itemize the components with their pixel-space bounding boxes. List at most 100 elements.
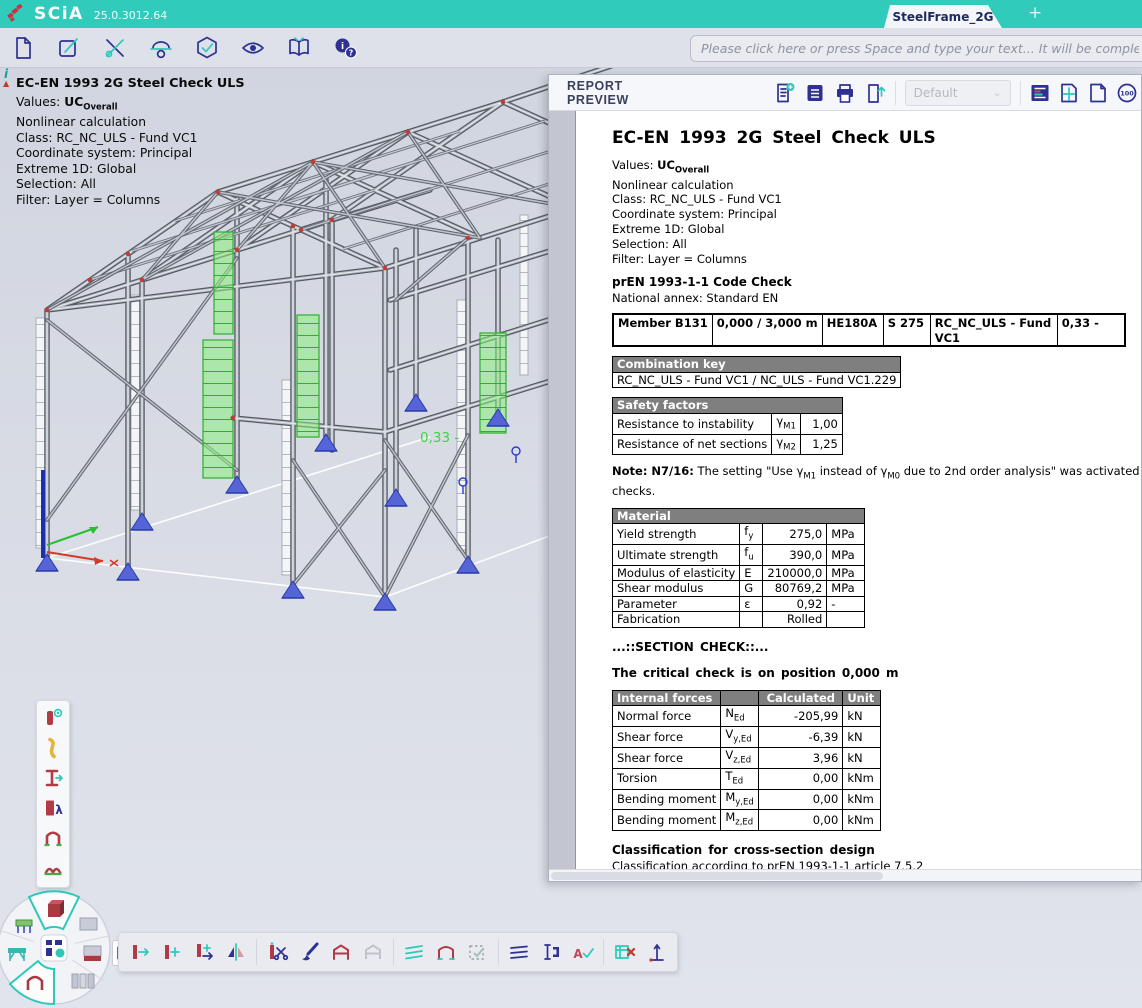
report-meta: Values: UCOverallNonlinear calculationCl… (612, 158, 1141, 267)
overlay-line: Nonlinear calculation (16, 115, 245, 131)
engineer-icon[interactable] (144, 32, 178, 64)
overlay-line: Values: UCOverall (16, 95, 245, 116)
svg-text:i: i (341, 42, 344, 52)
table-row: Fabrication Rolled (613, 612, 865, 628)
layers-icon[interactable] (504, 937, 534, 967)
toolbar-separator (895, 81, 896, 105)
add-item-icon[interactable] (770, 79, 800, 107)
table-row: Safety factors (613, 398, 843, 414)
export-icon[interactable] (860, 79, 890, 107)
trim-icon[interactable] (262, 937, 292, 967)
help-icon[interactable]: i? (328, 32, 362, 64)
wheel-item-box-icon[interactable] (84, 946, 101, 961)
svg-text:?: ? (349, 48, 354, 57)
check-cube-icon[interactable] (190, 32, 224, 64)
layers-teal-icon[interactable] (399, 937, 429, 967)
overlay-title: EC-EN 1993 2G Steel Check ULS (16, 76, 245, 92)
member-table: Member B131 0,000 / 3,000 m HE180A S 275… (612, 313, 1126, 347)
code-check-subtitle: National annex: Standard EN (612, 291, 1141, 306)
toolbar-separator (498, 939, 499, 965)
panel-title: REPORT PREVIEW (567, 79, 684, 107)
member-icon[interactable] (39, 704, 67, 732)
toolbar-separator (1020, 81, 1021, 105)
rename-icon[interactable] (536, 937, 566, 967)
table-row: Resistance of net sections γM2 1,25 (613, 434, 843, 455)
library-icon[interactable] (282, 32, 316, 64)
edit-icon[interactable] (52, 32, 86, 64)
report-meta-line: Nonlinear calculation (612, 178, 1141, 193)
overlay-line: Filter: Layer = Columns (16, 193, 245, 209)
table-row: Combination key (613, 357, 901, 373)
table-row: Yield strength fy 275,0 MPa (613, 524, 865, 545)
table-row: Bending moment Mz,Ed 0,00 kNm (613, 810, 881, 831)
scrollbar-thumb[interactable] (551, 872, 883, 880)
tools-icon[interactable] (98, 32, 132, 64)
zoom-100-icon[interactable]: 100 (1112, 79, 1141, 107)
classification-heading: Classification for cross-section design (612, 843, 1141, 858)
wheel-item-blocks-icon[interactable] (80, 918, 97, 930)
table-row: Normal force NEd -205,99 kN (613, 706, 881, 727)
print-icon[interactable] (830, 79, 860, 107)
brush-icon[interactable] (294, 937, 324, 967)
report-meta-line: Class: RC_NC_ULS - Fund VC1 (612, 192, 1141, 207)
report-preview-header: REPORT PREVIEW Default⌄ (549, 75, 1141, 111)
report-meta-line: Coordinate system: Principal (612, 207, 1141, 222)
result-value-label: 0,33 - (420, 430, 459, 446)
table-row: Shear force Vy,Ed -6,39 kN (613, 727, 881, 748)
frame-open-icon[interactable] (431, 937, 461, 967)
info-flag-icon[interactable]: i▲ (3, 70, 9, 88)
safety-factors-table: Safety factors Resistance to instability… (612, 397, 843, 455)
search-input[interactable] (690, 35, 1142, 62)
table-row: Shear force Vz,Ed 3,96 kN (613, 747, 881, 768)
wheel-item-machine-icon[interactable] (16, 920, 32, 933)
report-page-area[interactable]: EC-EN 1993 2G Steel Check ULS Values: UC… (549, 111, 1141, 869)
table-row: Modulus of elasticity E 210000,0 MPa (613, 565, 865, 581)
spellcheck-icon[interactable]: A (568, 937, 598, 967)
cross-section-icon[interactable] (39, 764, 67, 792)
wheel-item-books-icon[interactable] (72, 974, 94, 988)
frame-icon[interactable] (39, 824, 67, 852)
select-check-icon[interactable] (463, 937, 493, 967)
multicopy-icon[interactable] (189, 937, 219, 967)
horizontal-scrollbar[interactable] (549, 869, 1141, 881)
internal-forces-table: Internal forces Calculated Unit Normal f… (612, 690, 881, 831)
project-tab[interactable]: SteelFrame_2G (884, 5, 1002, 28)
wheel-center-button[interactable] (41, 935, 67, 961)
frame-red-icon[interactable] (326, 937, 356, 967)
dimension-icon[interactable] (641, 937, 671, 967)
table-row: Material (613, 508, 865, 524)
deformation-icon[interactable] (39, 734, 67, 762)
fit-width-icon[interactable] (1055, 79, 1084, 107)
overlay-lines: Values: UCOverallNonlinear calculationCl… (16, 95, 245, 209)
radial-menu[interactable] (0, 886, 124, 1008)
template-dropdown[interactable]: Default⌄ (905, 80, 1011, 106)
app-version: 25.0.3012.64 (94, 9, 167, 22)
move-icon[interactable] (125, 937, 155, 967)
floating-results-toolbar: λ (36, 700, 70, 888)
copy-icon[interactable] (157, 937, 187, 967)
classification-line1: Classification according to prEN 1993-1-… (612, 859, 1141, 869)
table-row: Parameter ε 0,92 - (613, 596, 865, 612)
material-table: Material Yield strength fy 275,0 MPa Ult… (612, 508, 865, 628)
arch-icon[interactable] (39, 854, 67, 882)
layout-icon[interactable] (1026, 79, 1055, 107)
overlay-line: Extreme 1D: Global (16, 162, 245, 178)
new-tab-button[interactable]: + (1028, 3, 1042, 23)
report-box-icon[interactable] (800, 79, 830, 107)
delete-table-icon[interactable] (609, 937, 639, 967)
scia-logo-icon (6, 4, 26, 24)
wheel-item-column-icon[interactable] (48, 900, 64, 917)
mirror-icon[interactable] (221, 937, 251, 967)
section-check-heading: ...::SECTION CHECK::... (612, 640, 1141, 655)
overlay-line: Coordinate system: Principal (16, 146, 245, 162)
svg-text:λ: λ (55, 803, 63, 817)
fit-page-icon[interactable] (1083, 79, 1112, 107)
overlay-line: Class: RC_NC_ULS - Fund VC1 (16, 131, 245, 147)
view-icon[interactable] (236, 32, 270, 64)
report-meta-line: Extreme 1D: Global (612, 222, 1141, 237)
stability-icon[interactable]: λ (39, 794, 67, 822)
frame-gray-icon[interactable] (358, 937, 388, 967)
critical-check-line: The critical check is on position 0,000 … (612, 666, 1141, 681)
table-row: Bending moment My,Ed 0,00 kNm (613, 789, 881, 810)
new-project-icon[interactable] (6, 32, 40, 64)
